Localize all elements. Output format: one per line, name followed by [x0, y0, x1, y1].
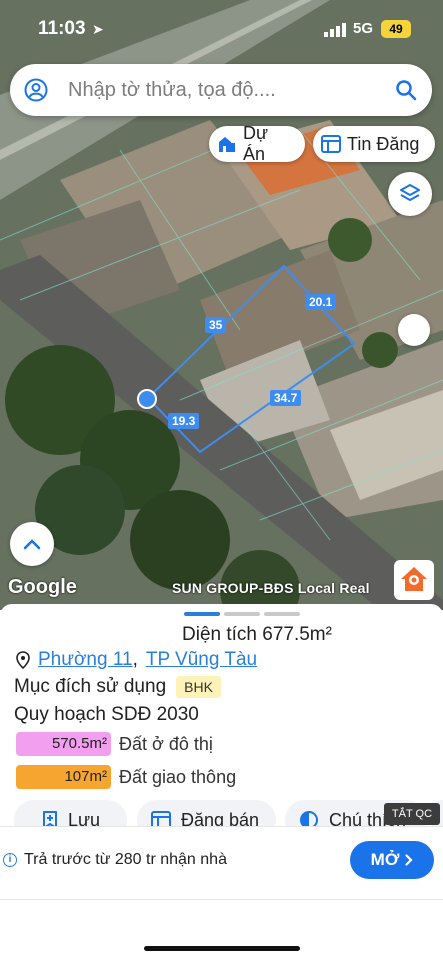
- plan-row: 107m² Đất giao thông: [16, 765, 236, 789]
- ward-link[interactable]: Phường 11: [38, 649, 133, 671]
- layers-icon: [400, 184, 420, 201]
- page-dot: [264, 612, 300, 616]
- layers-button[interactable]: [388, 172, 432, 216]
- purpose-code-badge: BHK: [176, 676, 221, 698]
- tin-dang-chip[interactable]: Tin Đăng: [313, 126, 435, 162]
- location-pin-icon: [16, 651, 30, 669]
- location-pin-icon[interactable]: [136, 388, 158, 410]
- plan-area-swatch: 107m²: [16, 765, 111, 789]
- tin-dang-label: Tin Đăng: [347, 133, 420, 154]
- ad-open-label: MỞ: [370, 850, 400, 869]
- search-input[interactable]: [68, 74, 378, 106]
- du-an-label: Dự Án: [243, 123, 269, 164]
- address-separator: ,: [132, 649, 138, 670]
- dimension-label: 35: [205, 317, 227, 333]
- chevron-up-icon: [23, 539, 41, 550]
- ad-text: Trả trước từ 280 tr nhận nhà: [24, 851, 227, 868]
- plan-label: Đất giao thông: [119, 766, 237, 787]
- map-watermark: SUN GROUP-BĐS Local Real: [172, 580, 370, 596]
- purpose-label: Mục đích sử dụng: [14, 676, 167, 697]
- network-type: 5G: [353, 20, 374, 37]
- chevron-right-icon: [405, 854, 413, 866]
- plan-label: Đất ở đô thị: [119, 733, 213, 754]
- parcel-info-sheet: Diện tích 677.5m² Phường 11 , TP Vũng Tà…: [0, 604, 443, 960]
- close-ad-button[interactable]: TẮT QC: [384, 803, 440, 825]
- status-time: 11:03: [38, 18, 86, 39]
- plan-area-swatch: 570.5m²: [16, 732, 111, 756]
- map-drag-handle[interactable]: [398, 314, 430, 346]
- page-dot-active: [184, 612, 220, 616]
- ad-open-button[interactable]: MỞ: [350, 841, 434, 879]
- expand-up-button[interactable]: [10, 522, 54, 566]
- status-bar: 11:03 ➤ 5G 49: [0, 0, 443, 58]
- plan-row: 570.5m² Đất ở đô thị: [16, 732, 213, 756]
- user-icon[interactable]: [24, 78, 48, 102]
- land-use-purpose: Mục đích sử dụng BHK: [14, 676, 221, 698]
- brand-logo-icon[interactable]: [394, 560, 434, 600]
- parcel-address: Phường 11 , TP Vũng Tàu: [16, 649, 257, 671]
- dimension-label: 19.3: [168, 413, 200, 429]
- listing-icon: [321, 135, 341, 153]
- location-arrow-icon: ➤: [92, 21, 104, 37]
- map-view[interactable]: 11:03 ➤ 5G 49 Dự Án Tin Đăng: [0, 0, 443, 610]
- page-dot: [224, 612, 260, 616]
- search-bar[interactable]: [10, 64, 432, 116]
- google-logo: Google: [8, 576, 77, 598]
- plan-title: Quy hoạch SDĐ 2030: [14, 704, 199, 725]
- city-link[interactable]: TP Vũng Tàu: [146, 649, 257, 671]
- signal-icon: [324, 23, 346, 37]
- ad-banner[interactable]: i Trả trước từ 280 tr nhận nhà MỞ: [0, 826, 443, 900]
- dimension-label: 34.7: [270, 390, 302, 406]
- du-an-chip[interactable]: Dự Án: [209, 123, 305, 164]
- page-indicator: [184, 612, 300, 616]
- home-indicator[interactable]: [144, 946, 300, 951]
- search-icon[interactable]: [394, 78, 418, 102]
- info-icon[interactable]: i: [3, 853, 17, 867]
- parcel-area: Diện tích 677.5m²: [182, 624, 332, 645]
- dimension-label: 20.1: [305, 294, 337, 310]
- battery-icon: 49: [381, 20, 411, 38]
- house-icon: [217, 134, 237, 154]
